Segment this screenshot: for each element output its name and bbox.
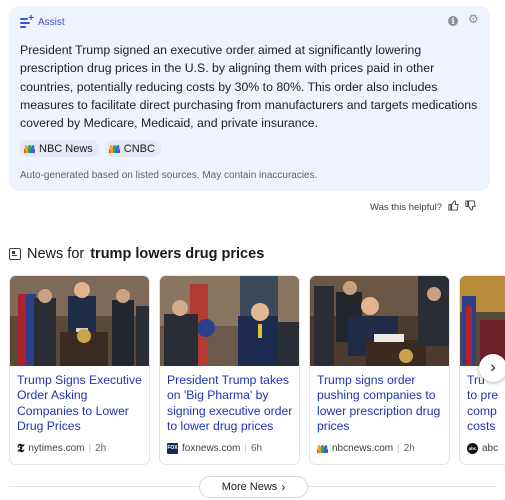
news-source-label: nytimes.com <box>28 443 85 454</box>
source-chip-nbc-news[interactable]: NBC News <box>20 140 99 157</box>
info-icon[interactable]: i <box>448 16 458 26</box>
newspaper-icon <box>9 248 21 260</box>
thumbs-up-icon[interactable] <box>448 200 459 214</box>
source-chip-label: CNBC <box>123 142 155 155</box>
news-age: 2h <box>95 443 107 454</box>
separator: | <box>244 443 247 454</box>
gear-icon[interactable]: ⚙ <box>468 13 479 25</box>
news-section-header: News for trump lowers drug prices <box>9 246 264 262</box>
news-card[interactable]: Trump Signs Executive Order Asking Compa… <box>9 275 150 465</box>
chevron-right-icon: › <box>281 480 286 494</box>
news-card[interactable]: President Trump takes on 'Big Pharma' by… <box>159 275 300 465</box>
news-card[interactable]: Trump signs order pushing companies to l… <box>309 275 450 465</box>
news-query[interactable]: trump lowers drug prices <box>90 246 264 262</box>
news-age: 2h <box>403 443 415 454</box>
separator: | <box>88 443 92 454</box>
news-thumbnail[interactable] <box>310 276 449 366</box>
foxnews-logo-icon: FOX <box>167 443 178 454</box>
more-news-button[interactable]: More News › <box>199 476 308 498</box>
news-headline[interactable]: President Trump takes on 'Big Pharma' by… <box>167 373 295 434</box>
news-thumbnail[interactable] <box>460 276 505 366</box>
separator: | <box>397 443 400 454</box>
news-source-label: foxnews.com <box>182 443 241 454</box>
nbc-peacock-icon <box>317 444 328 453</box>
news-thumbnail[interactable] <box>10 276 149 366</box>
thumbs-down-icon[interactable] <box>465 200 476 214</box>
news-prefix: News for <box>27 246 85 262</box>
nytimes-logo-icon: 𝕿 <box>17 441 25 455</box>
news-source: abc abc <box>467 443 498 454</box>
news-headline[interactable]: Trump signs order pushing companies to l… <box>317 373 445 434</box>
chevron-right-icon: › <box>490 359 496 376</box>
feedback-label: Was this helpful? <box>370 201 442 213</box>
assist-summary: President Trump signed an executive orde… <box>20 43 478 131</box>
assist-disclaimer: Auto-generated based on listed sources. … <box>20 170 318 181</box>
news-thumbnail[interactable] <box>160 276 299 366</box>
nbc-peacock-icon <box>108 144 120 153</box>
news-source: 𝕿 nytimes.com | 2h <box>17 441 107 455</box>
more-news-label: More News <box>221 481 278 493</box>
carousel-next-button[interactable]: › <box>479 354 505 382</box>
assist-card: + Assist i ⚙ President Trump signed an e… <box>9 6 490 191</box>
source-chip-label: NBC News <box>39 142 93 155</box>
news-source-label: abc <box>482 443 499 454</box>
news-age: 6h <box>250 443 263 454</box>
source-chip-cnbc[interactable]: CNBC <box>104 140 161 157</box>
nbc-peacock-icon <box>24 144 35 153</box>
feedback-row: Was this helpful? <box>370 200 476 214</box>
assist-sparkle-icon: + <box>20 14 34 28</box>
news-headline[interactable]: Tru to pre comp costs <box>467 373 505 434</box>
news-source: FOX foxnews.com | 6h <box>167 443 262 454</box>
assist-header: + Assist <box>20 14 65 28</box>
news-headline[interactable]: Trump Signs Executive Order Asking Compa… <box>17 373 145 434</box>
source-chips: NBC News CNBC <box>20 140 161 157</box>
news-source-label: nbcnews.com <box>332 443 394 454</box>
news-source: nbcnews.com | 2h <box>317 443 415 454</box>
abc-logo-icon: abc <box>467 443 478 454</box>
assist-title: Assist <box>38 16 65 28</box>
